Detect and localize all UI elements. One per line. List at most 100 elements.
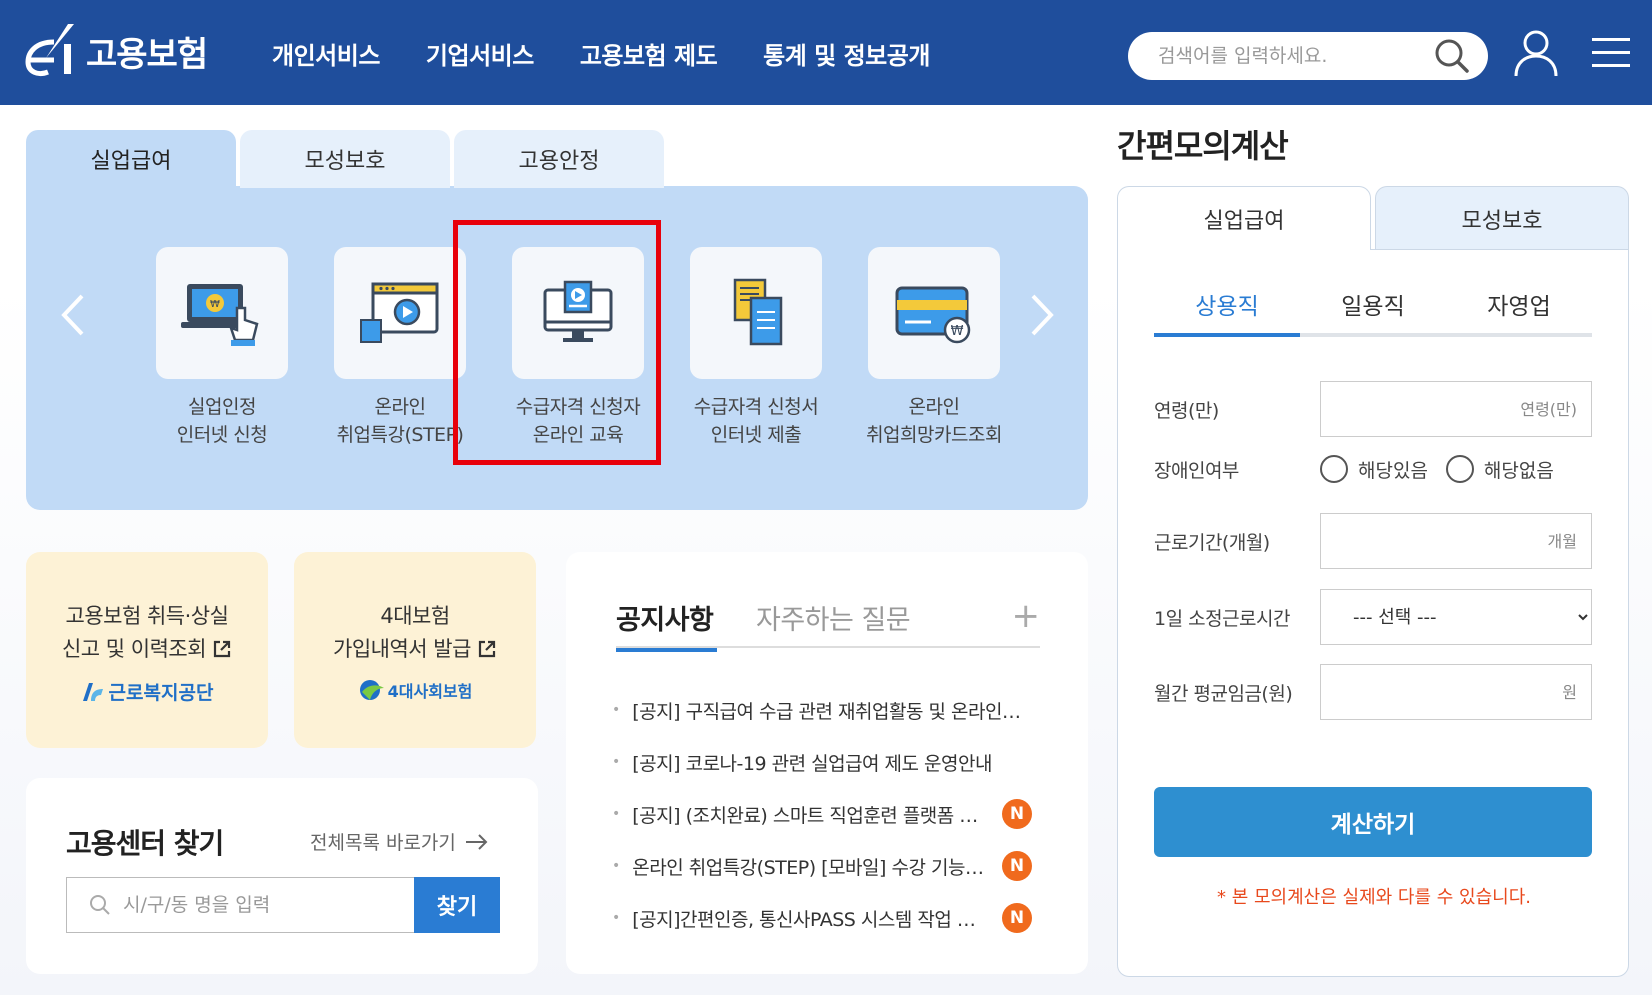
calculator-panel: 상용직 일용직 자영업 연령(만) 장애인여부 해당있음 해당없음 근로기간(개… [1117, 249, 1629, 977]
notice-item[interactable]: • [공지] 코로나-19 관련 실업급여 제도 운영안내 [612, 736, 1032, 788]
calc-tab-unemployment[interactable]: 실업급여 [1117, 186, 1371, 250]
bullet-icon: • [612, 754, 621, 770]
ei-logo-icon [25, 24, 74, 77]
video-browser-icon [360, 282, 439, 343]
radio-circle-icon [1445, 455, 1474, 483]
four-insurance-logo-icon [359, 680, 384, 700]
nav-insurance-system[interactable]: 고용보험 제도 [580, 36, 718, 71]
notice-more-icon[interactable]: + [1012, 596, 1041, 636]
service-label: 실업인정 인터넷 신청 [176, 396, 268, 446]
new-badge: N [1002, 799, 1032, 829]
notice-item[interactable]: • 온라인 취업특강(STEP) [모바일] 수강 기능 안내 N [612, 840, 1032, 892]
svg-text:₩: ₩ [210, 299, 220, 310]
row-age: 연령(만) [1154, 381, 1592, 437]
tab-faq[interactable]: 자주하는 질문 [756, 598, 911, 637]
center-search: 찾기 [66, 877, 500, 933]
notice-item[interactable]: • [공지] 구직급여 수급 관련 재취업활동 및 온라인 취업특강 안내 [612, 684, 1032, 736]
subtab-regular[interactable]: 상용직 [1154, 287, 1300, 337]
card-icon: ₩ [895, 286, 971, 344]
radio-circle-icon [1320, 455, 1348, 483]
tab-maternity-protection[interactable]: 모성보호 [240, 130, 450, 188]
tab-unemployment-benefit[interactable]: 실업급여 [26, 130, 236, 188]
laptop-touch-icon: ₩ [181, 284, 259, 346]
notice-item[interactable]: • [공지]간편인증, 통신사PASS 시스템 작업 안내 N [612, 892, 1032, 944]
service-label: 온라인 취업희망카드조회 [866, 396, 1002, 446]
service-icon-box [334, 247, 466, 379]
calc-tab-divider [1371, 249, 1629, 250]
wage-label: 월간 평균임금(원) [1154, 682, 1293, 705]
card-title: 4대보험 가입내역서 발급 [333, 600, 497, 666]
center-search-input[interactable] [123, 894, 414, 916]
disability-label: 장애인여부 [1154, 459, 1239, 482]
period-input[interactable] [1320, 513, 1592, 569]
highlight-annotation [453, 220, 661, 465]
wage-input[interactable] [1320, 664, 1592, 720]
bullet-icon: • [612, 910, 621, 926]
hours-label: 1일 소정근로시간 [1154, 607, 1291, 630]
radio-disability-no[interactable]: 해당없음 [1445, 455, 1554, 483]
card-four-insurance-cert[interactable]: 4대보험 가입내역서 발급 4대사회보험 [294, 552, 536, 748]
center-input-wrap [66, 877, 414, 933]
external-link-icon [478, 640, 496, 658]
service-hope-card[interactable]: ₩ 온라인 취업희망카드조회 [845, 247, 1023, 449]
center-finder-title: 고용센터 찾기 [66, 827, 224, 860]
search-icon [90, 895, 110, 915]
radio-disability-yes[interactable]: 해당있음 [1320, 455, 1428, 483]
row-wage: 월간 평균임금(원) [1154, 664, 1592, 720]
service-icon-box: ₩ [868, 247, 1000, 379]
calculate-button[interactable]: 계산하기 [1154, 787, 1592, 857]
disability-radio-group: 해당있음 해당없음 [1320, 455, 1572, 483]
org-logo-kcomwel: 근로복지공단 [81, 678, 213, 705]
calculator-title: 간편모의계산 [1117, 127, 1289, 165]
new-badge: N [1002, 903, 1032, 933]
hamburger-menu-icon[interactable] [1592, 36, 1630, 70]
kcomwel-logo-icon [82, 682, 103, 701]
service-label: 온라인 취업특강(STEP) [336, 396, 464, 446]
nav-business-services[interactable]: 기업서비스 [426, 36, 534, 71]
documents-icon [733, 278, 783, 346]
header-search-input[interactable] [1158, 45, 1434, 67]
nav-personal-services[interactable]: 개인서비스 [272, 36, 380, 71]
bullet-icon: • [612, 806, 621, 822]
new-badge: N [1002, 851, 1032, 881]
logo-text: 고용보험 [86, 34, 208, 75]
external-link-icon [213, 640, 231, 658]
calc-sub-tabs: 상용직 일용직 자영업 [1154, 287, 1592, 337]
service-application-submit[interactable]: 수급자격 신청서 인터넷 제출 [667, 247, 845, 449]
user-icon[interactable] [1512, 28, 1560, 78]
bullet-icon: • [612, 858, 621, 874]
bullet-icon: • [612, 702, 621, 718]
service-icon-box: ₩ [156, 247, 288, 379]
calc-tab-maternity[interactable]: 모성보호 [1375, 186, 1629, 250]
svg-text:₩: ₩ [951, 324, 964, 339]
card-title: 고용보험 취득·상실 신고 및 이력조회 [62, 600, 232, 666]
age-label: 연령(만) [1154, 399, 1219, 422]
service-label: 수급자격 신청서 인터넷 제출 [693, 396, 819, 446]
carousel-next-icon[interactable] [1027, 292, 1057, 338]
center-list-link[interactable]: 전체목록 바로가기 [310, 828, 490, 855]
notice-list: • [공지] 구직급여 수급 관련 재취업활동 및 온라인 취업특강 안내 • … [612, 684, 1032, 944]
service-tabs: 실업급여 모성보호 고용안정 [26, 130, 668, 188]
carousel-prev-icon[interactable] [58, 292, 88, 338]
main-nav: 개인서비스 기업서비스 고용보험 제도 통계 및 정보공개 [272, 36, 976, 71]
age-input[interactable] [1320, 381, 1592, 437]
tab-employment-stability[interactable]: 고용안정 [454, 130, 664, 188]
subtab-self-employed[interactable]: 자영업 [1446, 287, 1592, 333]
tab-notice[interactable]: 공지사항 [616, 598, 718, 652]
arrow-right-icon [465, 833, 488, 850]
header-search [1128, 32, 1488, 80]
nav-statistics[interactable]: 통계 및 정보공개 [763, 36, 930, 71]
subtab-daily[interactable]: 일용직 [1300, 287, 1446, 333]
site-logo[interactable]: 고용보험 [24, 20, 208, 82]
search-icon[interactable] [1434, 38, 1470, 74]
center-finder: 고용센터 찾기 전체목록 바로가기 찾기 [26, 778, 538, 974]
top-header: 고용보험 개인서비스 기업서비스 고용보험 제도 통계 및 정보공개 [0, 0, 1652, 105]
center-search-button[interactable]: 찾기 [414, 877, 500, 933]
row-disability: 장애인여부 해당있음 해당없음 [1154, 449, 1592, 489]
hours-select[interactable]: --- 선택 --- [1320, 589, 1592, 645]
notice-item[interactable]: • [공지] (조치완료) 스마트 직업훈련 플랫폼 접속 장애 안내 N [612, 788, 1032, 840]
period-label: 근로기간(개월) [1154, 531, 1270, 554]
service-unemployment-recognition[interactable]: ₩ 실업인정 인터넷 신청 [133, 247, 311, 449]
row-period: 근로기간(개월) [1154, 513, 1592, 569]
card-insurance-history[interactable]: 고용보험 취득·상실 신고 및 이력조회 근로복지공단 [26, 552, 268, 748]
